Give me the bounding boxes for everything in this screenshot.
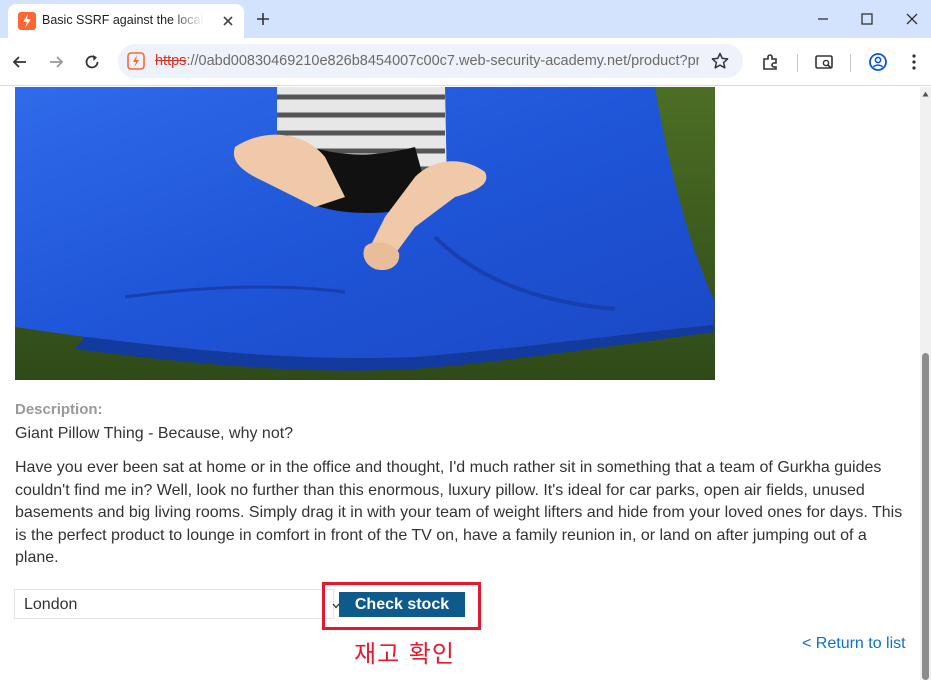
site-info-icon[interactable] [126, 51, 146, 71]
product-image [15, 87, 715, 380]
description-label: Description: [15, 401, 103, 418]
browser-tab[interactable]: Basic SSRF against the local server [8, 4, 244, 38]
extensions-icon[interactable] [759, 51, 781, 73]
bookmark-star-icon[interactable] [710, 51, 730, 71]
product-description: Have you ever been sat at home or in the… [15, 459, 903, 566]
reload-icon[interactable] [81, 51, 103, 73]
close-window-icon[interactable] [901, 8, 923, 30]
scrollbar-thumb[interactable] [922, 353, 929, 680]
new-tab-icon[interactable] [252, 8, 274, 30]
annotation-highlight-box [322, 582, 481, 630]
forward-icon[interactable] [45, 51, 67, 73]
tab-search-icon[interactable] [813, 51, 835, 73]
annotation-label: 재고 확인 [354, 640, 455, 668]
return-to-list-link[interactable]: < Return to list [802, 635, 906, 653]
store-select[interactable]: London [14, 589, 340, 619]
scrollbar[interactable] [920, 87, 931, 680]
url-path: ://0abd00830469210e826b8454007c00c7.web-… [186, 53, 699, 69]
maximize-icon[interactable] [856, 8, 878, 30]
profile-icon[interactable] [867, 51, 889, 73]
minimize-icon[interactable] [812, 8, 834, 30]
tab-strip: Basic SSRF against the local server [0, 0, 931, 38]
product-title: Giant Pillow Thing - Because, why not? [15, 425, 294, 442]
lab-favicon-icon [18, 12, 36, 30]
menu-kebab-icon[interactable] [903, 51, 925, 73]
toolbar-divider [850, 54, 851, 72]
url-scheme: https [155, 53, 187, 69]
close-tab-icon[interactable] [218, 11, 238, 31]
toolbar-divider [797, 54, 798, 72]
address-bar[interactable]: https://0abd00830469210e826b8454007c00c7… [118, 44, 743, 78]
browser-toolbar: https://0abd00830469210e826b8454007c00c7… [0, 38, 931, 86]
back-icon[interactable] [9, 51, 31, 73]
scroll-up-arrow-icon[interactable] [922, 91, 929, 97]
page-content: Description: Giant Pillow Thing - Becaus… [0, 87, 931, 680]
tab-title: Basic SSRF against the local server [42, 13, 204, 27]
url-text[interactable]: https://0abd00830469210e826b8454007c00c7… [155, 53, 699, 71]
store-select-value: London [24, 596, 78, 613]
